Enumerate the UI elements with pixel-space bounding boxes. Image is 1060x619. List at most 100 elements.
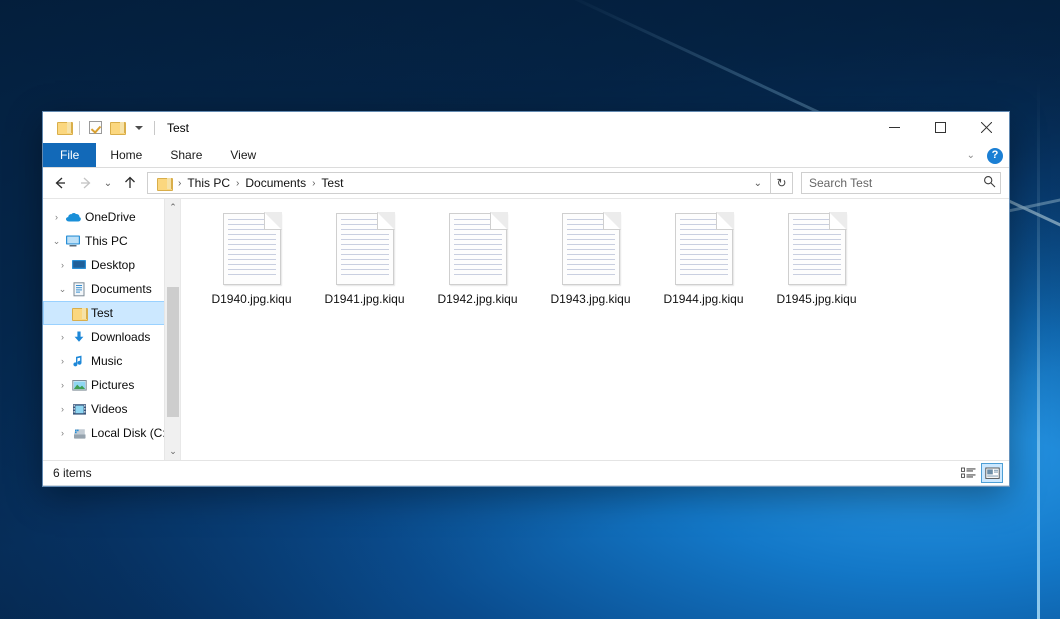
chevron-right-icon[interactable]: ›	[55, 404, 70, 414]
scroll-up-arrow-icon[interactable]: ⌃	[165, 199, 181, 216]
large-icons-view-button[interactable]	[981, 463, 1003, 483]
back-button[interactable]	[47, 171, 73, 195]
forward-button[interactable]	[73, 171, 99, 195]
sidebar-item-label: Videos	[88, 402, 127, 416]
sidebar-item-label: Desktop	[88, 258, 135, 272]
window-controls[interactable]	[871, 112, 1009, 143]
quick-access-toolbar[interactable]	[43, 112, 159, 143]
chevron-down-icon[interactable]: ⌄	[55, 284, 70, 295]
generic-document-icon	[788, 213, 846, 285]
videos-film-icon	[70, 403, 88, 416]
chevron-right-icon[interactable]: ›	[55, 332, 70, 342]
search-icon[interactable]	[983, 175, 996, 191]
list-item[interactable]: D1942.jpg.kiqu	[421, 209, 534, 307]
window-bottom-edge	[43, 485, 1009, 486]
chevron-down-icon[interactable]: ⌄	[963, 150, 979, 161]
documents-icon	[70, 282, 88, 297]
sidebar-item-downloads[interactable]: › Downloads	[43, 325, 180, 349]
breadcrumb-item-this-pc[interactable]: This PC	[182, 173, 235, 193]
sidebar-item-label: Documents	[88, 282, 152, 296]
breadcrumb[interactable]: › This PC › Documents › Test ⌄	[147, 172, 771, 194]
breadcrumb-item-test[interactable]: Test	[316, 173, 348, 193]
help-icon[interactable]: ?	[987, 148, 1003, 164]
navigation-tree[interactable]: › OneDrive ⌄ This PC ›	[43, 199, 180, 445]
tab-file[interactable]: File	[43, 143, 96, 167]
title-bar[interactable]: Test	[43, 112, 1009, 143]
chevron-right-icon[interactable]: ›	[55, 380, 70, 390]
ribbon-right-controls[interactable]: ⌄ ?	[963, 143, 1003, 168]
chevron-right-icon[interactable]: ›	[55, 260, 70, 270]
search-box[interactable]	[801, 172, 1001, 194]
sidebar-item-documents[interactable]: ⌄ Documents	[43, 277, 180, 301]
search-input[interactable]	[809, 176, 983, 190]
scroll-down-arrow-icon[interactable]: ⌄	[165, 443, 181, 460]
breadcrumb-item-documents[interactable]: Documents	[240, 173, 311, 193]
refresh-icon[interactable]: ↻	[771, 172, 793, 194]
checkbox-options-icon[interactable]	[84, 117, 106, 139]
maximize-button[interactable]	[917, 112, 963, 143]
tab-view[interactable]: View	[216, 143, 270, 167]
sidebar-item-label: Music	[88, 354, 122, 368]
navigation-pane[interactable]: › OneDrive ⌄ This PC ›	[43, 199, 181, 460]
sidebar-item-label: Local Disk (C:)	[88, 426, 170, 440]
details-view-button[interactable]	[957, 463, 979, 483]
toolbar-separator	[154, 121, 155, 135]
status-bar: 6 items	[43, 460, 1009, 485]
breadcrumb-dropdown-icon[interactable]: ⌄	[748, 178, 768, 189]
sidebar-item-local-disk-c[interactable]: › Local Disk (C:)	[43, 421, 180, 445]
ribbon-tab-bar[interactable]: File Home Share View ⌄ ?	[43, 143, 1009, 168]
list-item[interactable]: D1943.jpg.kiqu	[534, 209, 647, 307]
recent-locations-dropdown-icon[interactable]: ⌄	[99, 171, 117, 195]
sidebar-item-videos[interactable]: › Videos	[43, 397, 180, 421]
chevron-right-icon[interactable]: ›	[55, 428, 70, 438]
list-item[interactable]: D1941.jpg.kiqu	[308, 209, 421, 307]
desktop-icon	[70, 258, 88, 272]
file-name-label: D1940.jpg.kiqu	[211, 292, 291, 307]
address-bar[interactable]: ⌄ › This PC › Documents › Test ⌄ ↻	[43, 168, 1009, 198]
chevron-right-icon[interactable]: ›	[49, 212, 64, 222]
list-item[interactable]: D1944.jpg.kiqu	[647, 209, 760, 307]
generic-document-icon	[675, 213, 733, 285]
sidebar-item-label: Test	[88, 306, 113, 320]
sidebar-item-music[interactable]: › Music	[43, 349, 180, 373]
folder-properties-icon[interactable]	[53, 117, 75, 139]
file-name-label: D1943.jpg.kiqu	[550, 292, 630, 307]
pictures-icon	[70, 379, 88, 392]
file-grid[interactable]: D1940.jpg.kiqu D1941.jpg.kiqu D1942.jpg.…	[181, 199, 1009, 307]
list-item[interactable]: D1945.jpg.kiqu	[760, 209, 873, 307]
generic-document-icon	[336, 213, 394, 285]
folder-icon	[70, 307, 88, 320]
breadcrumb-folder-icon[interactable]	[152, 173, 177, 193]
close-button[interactable]	[963, 112, 1009, 143]
sidebar-item-pictures[interactable]: › Pictures	[43, 373, 180, 397]
list-item[interactable]: D1940.jpg.kiqu	[195, 209, 308, 307]
toolbar-separator	[79, 121, 80, 135]
generic-document-icon	[223, 213, 281, 285]
harddisk-icon	[70, 427, 88, 440]
file-name-label: D1944.jpg.kiqu	[663, 292, 743, 307]
sidebar-item-desktop[interactable]: › Desktop	[43, 253, 180, 277]
file-list-area[interactable]: D1940.jpg.kiqu D1941.jpg.kiqu D1942.jpg.…	[181, 199, 1009, 460]
file-explorer-window[interactable]: Test File Home Share View ⌄ ?	[43, 112, 1009, 486]
chevron-right-icon[interactable]: ›	[55, 356, 70, 366]
minimize-button[interactable]	[871, 112, 917, 143]
generic-document-icon	[562, 213, 620, 285]
chevron-down-icon[interactable]: ⌄	[49, 236, 64, 247]
downloads-arrow-icon	[70, 330, 88, 344]
sidebar-item-test[interactable]: Test	[43, 301, 180, 325]
sidebar-item-onedrive[interactable]: › OneDrive	[43, 205, 180, 229]
scrollbar-thumb[interactable]	[167, 287, 179, 417]
generic-document-icon	[449, 213, 507, 285]
navigation-pane-scrollbar[interactable]: ⌃ ⌄	[164, 199, 180, 460]
sidebar-item-label: Pictures	[88, 378, 134, 392]
up-button[interactable]	[117, 171, 143, 195]
desktop-background: Test File Home Share View ⌄ ?	[0, 0, 1060, 619]
sidebar-item-this-pc[interactable]: ⌄ This PC	[43, 229, 180, 253]
view-mode-buttons[interactable]	[957, 463, 1003, 483]
music-note-icon	[70, 354, 88, 368]
new-folder-icon[interactable]	[106, 117, 128, 139]
tab-home[interactable]: Home	[96, 143, 156, 167]
customize-quick-access-dropdown-icon[interactable]	[128, 117, 150, 139]
window-body: › OneDrive ⌄ This PC ›	[43, 198, 1009, 460]
tab-share[interactable]: Share	[156, 143, 216, 167]
